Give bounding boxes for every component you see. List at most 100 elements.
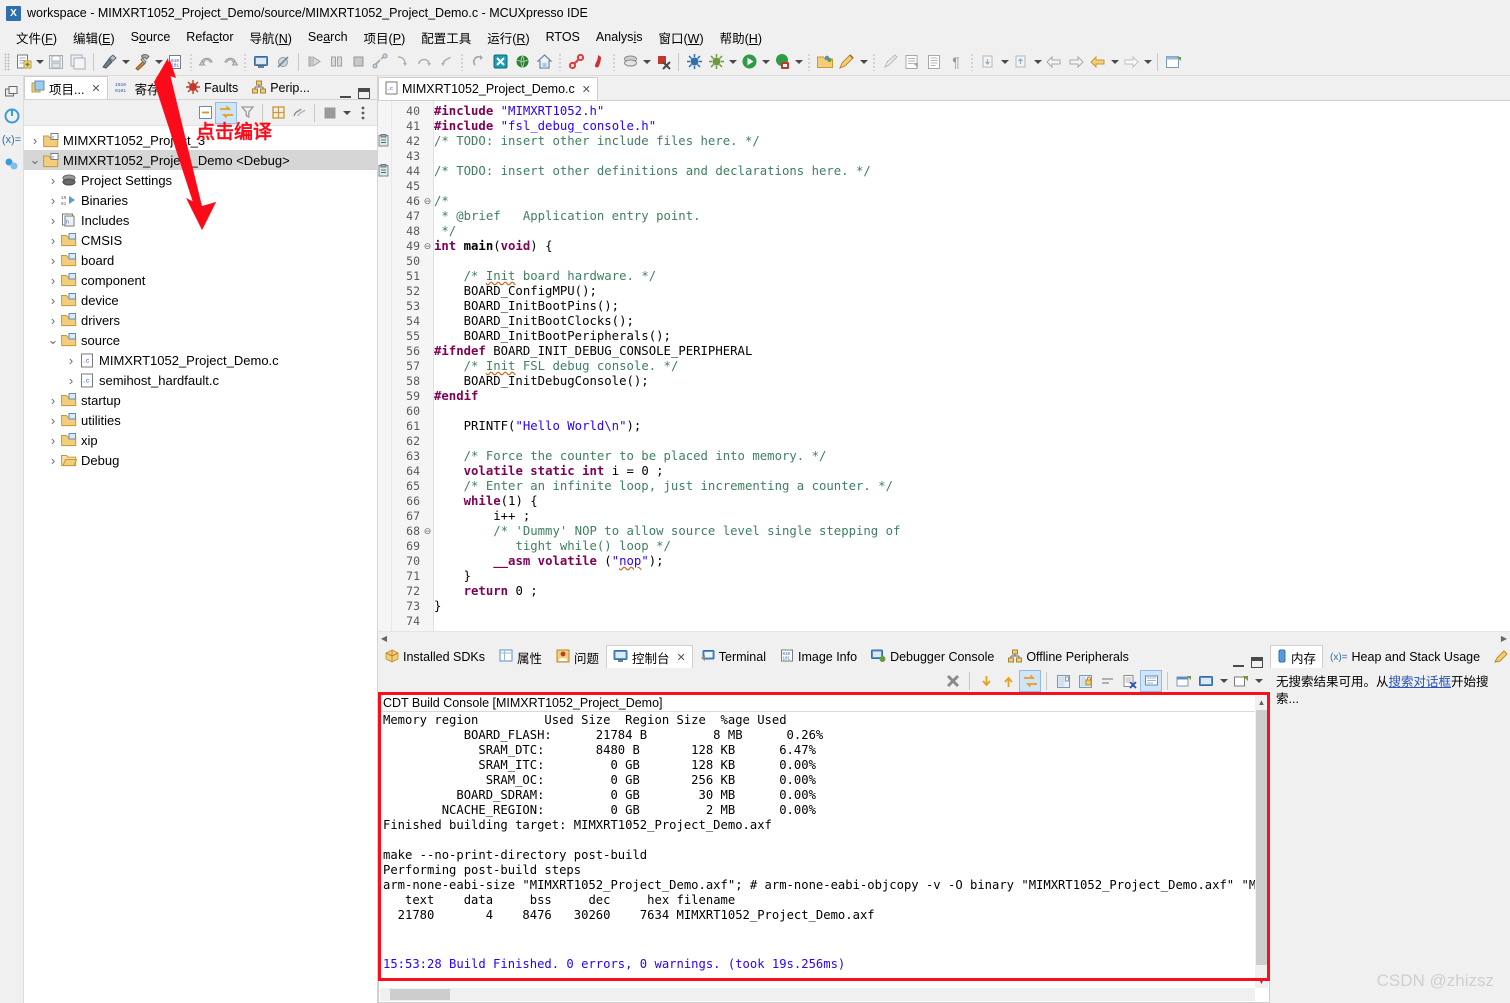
code-line[interactable]: BOARD_InitBootPins(); <box>434 299 1510 314</box>
code-line[interactable]: while(1) { <box>434 494 1510 509</box>
remove-all-breakpoints-button[interactable] <box>652 51 674 73</box>
code-line[interactable]: /* TODO: insert other include files here… <box>434 134 1510 149</box>
menu-item-12[interactable]: 帮助(H) <box>712 26 770 49</box>
step-into-button[interactable] <box>391 51 413 73</box>
back-navigation-dropdown-arrow[interactable] <box>1109 51 1120 73</box>
new-file-button[interactable] <box>12 51 34 73</box>
chevron-right-icon[interactable]: › <box>46 253 60 268</box>
tree-item-16[interactable]: › Debug <box>24 450 377 470</box>
menu-item-2[interactable]: Source <box>123 28 179 46</box>
code-line[interactable]: tight while() loop */ <box>434 539 1510 554</box>
code-line[interactable]: #endif <box>434 389 1510 404</box>
skip-breakpoints-button[interactable] <box>272 51 294 73</box>
todo-marker-icon[interactable] <box>378 164 391 179</box>
close-icon[interactable]: ✕ <box>677 651 686 664</box>
code-line[interactable]: int main(void) { <box>434 239 1510 254</box>
code-line[interactable]: /* 'Dummy' NOP to allow source level sin… <box>434 524 1510 539</box>
tree-item-14[interactable]: › utilities <box>24 410 377 430</box>
tab-memory[interactable]: 内存 <box>1270 645 1324 668</box>
tree-item-11[interactable]: › .c MIMXRT1052_Project_Demo.c <box>24 350 377 370</box>
tree-item-12[interactable]: › .c semihost_hardfault.c <box>24 370 377 390</box>
code-line[interactable]: /* <box>434 194 1510 209</box>
code-line[interactable]: /* Force the counter to be placed into m… <box>434 449 1510 464</box>
scroll-down-arrow[interactable]: ▼ <box>1255 975 1268 988</box>
code-line[interactable]: /* TODO: insert other definitions and de… <box>434 164 1510 179</box>
next-annotation-button[interactable] <box>977 51 999 73</box>
code-line[interactable]: /* Init FSL debug console. */ <box>434 359 1510 374</box>
remove-console-icon[interactable] <box>1119 671 1139 691</box>
chevron-right-icon[interactable]: › <box>46 193 60 208</box>
code-line[interactable]: #ifndef BOARD_INIT_DEBUG_CONSOLE_PERIPHE… <box>434 344 1510 359</box>
code-line[interactable]: */ <box>434 224 1510 239</box>
minimize-icon[interactable] <box>1233 659 1244 667</box>
fold-collapse-icon[interactable]: ⊖ <box>422 239 433 254</box>
view-menu-icon[interactable] <box>353 103 373 123</box>
code-line[interactable] <box>434 254 1510 269</box>
code-line[interactable]: /* Enter an infinite loop, just incremen… <box>434 479 1510 494</box>
code-line[interactable]: #include "MIMXRT1052.h" <box>434 104 1510 119</box>
chevron-right-icon[interactable]: › <box>46 453 60 468</box>
home-button[interactable] <box>533 51 555 73</box>
search-dialog-link[interactable]: 搜索对话框 <box>1389 675 1452 689</box>
tab-console-3[interactable]: 控制台 ✕ <box>606 645 693 668</box>
maximize-icon[interactable] <box>1251 657 1263 668</box>
chevron-right-icon[interactable]: › <box>46 213 60 228</box>
scroll-up-icon[interactable] <box>998 671 1018 691</box>
tree-item-8[interactable]: › device <box>24 290 377 310</box>
tab-console-0[interactable]: Installed SDKs <box>378 645 492 668</box>
code-line[interactable]: * @brief Application entry point. <box>434 209 1510 224</box>
chevron-right-icon[interactable]: › <box>64 353 78 368</box>
terminate-button[interactable] <box>347 51 369 73</box>
forward-history-button[interactable] <box>1065 51 1087 73</box>
tab-pencil[interactable] <box>1487 645 1510 668</box>
step-return-button[interactable] <box>435 51 457 73</box>
close-icon[interactable]: ✕ <box>91 82 100 95</box>
code-line[interactable]: BOARD_InitDebugConsole(); <box>434 374 1510 389</box>
code-line[interactable]: BOARD_InitBootClocks(); <box>434 314 1510 329</box>
new-window-button[interactable] <box>1162 51 1184 73</box>
menu-item-10[interactable]: Analysis <box>588 28 651 46</box>
code-line[interactable]: i++ ; <box>434 509 1510 524</box>
globe-button[interactable] <box>511 51 533 73</box>
fold-collapse-icon[interactable]: ⊖ <box>422 524 433 539</box>
code-line[interactable]: #include "fsl_debug_console.h" <box>434 119 1510 134</box>
profile-button[interactable] <box>771 51 793 73</box>
run-button[interactable] <box>738 51 760 73</box>
code-line[interactable]: PRINTF("Hello World\n"); <box>434 419 1510 434</box>
word-wrap-icon[interactable] <box>1097 671 1117 691</box>
tree-item-13[interactable]: › startup <box>24 390 377 410</box>
tab-console-7[interactable]: Offline Peripherals <box>1001 645 1136 668</box>
view-menu-color-icon[interactable] <box>320 103 340 123</box>
profile-dropdown-arrow[interactable] <box>793 51 804 73</box>
menu-item-4[interactable]: 导航(N) <box>242 26 300 49</box>
pdf-button[interactable] <box>587 51 609 73</box>
editor-annotation-gutter[interactable] <box>378 101 392 644</box>
quickstart-x-button[interactable] <box>489 51 511 73</box>
editor-code[interactable]: #include "MIMXRT1052.h" #include "fsl_deb… <box>434 101 1510 644</box>
code-line[interactable]: /* Init board hardware. */ <box>434 269 1510 284</box>
tree-item-6[interactable]: › board <box>24 250 377 270</box>
new-file-dropdown-arrow[interactable] <box>34 51 45 73</box>
code-line[interactable] <box>434 614 1510 629</box>
chevron-right-icon[interactable]: › <box>46 413 60 428</box>
open-console-icon[interactable] <box>1196 671 1216 691</box>
view-dropdown-arrow[interactable] <box>341 102 352 124</box>
close-icon[interactable]: ✕ <box>582 83 591 96</box>
run-dropdown-arrow[interactable] <box>760 51 771 73</box>
tab-console-2[interactable]: 问题 <box>549 645 606 668</box>
layers-dropdown-arrow[interactable] <box>641 51 652 73</box>
tree-item-9[interactable]: › drivers <box>24 310 377 330</box>
open-folder-button[interactable] <box>814 51 836 73</box>
chevron-right-icon[interactable]: › <box>46 273 60 288</box>
console-output-body[interactable]: CDT Build Console [MIMXRT1052_Project_De… <box>378 694 1270 1003</box>
tree-item-7[interactable]: › component <box>24 270 377 290</box>
code-line[interactable] <box>434 149 1510 164</box>
code-line[interactable] <box>434 404 1510 419</box>
toggle-block-comment-button[interactable] <box>901 51 923 73</box>
menu-item-7[interactable]: 配置工具 <box>413 26 479 49</box>
step-over-button[interactable] <box>413 51 435 73</box>
console-vertical-scrollbar[interactable]: ▲ ▼ <box>1255 696 1268 988</box>
lock-console-icon[interactable] <box>1075 671 1095 691</box>
scroll-lock-down-icon[interactable] <box>976 671 996 691</box>
menu-item-0[interactable]: 文件(F) <box>8 26 65 49</box>
